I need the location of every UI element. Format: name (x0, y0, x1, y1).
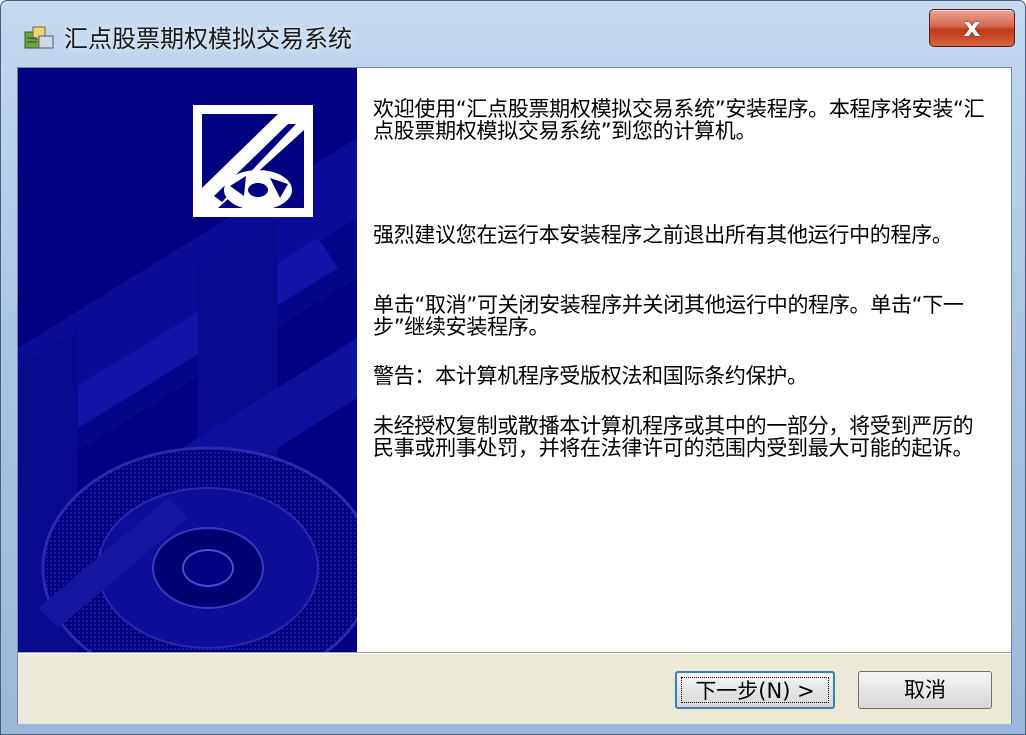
focus-ring (681, 677, 829, 703)
button-bar: 下一步(N) > 取消 (18, 652, 1011, 724)
title-bar[interactable]: 汇点股票期权模拟交易系统 x (1, 1, 1025, 67)
close-button[interactable]: x (929, 9, 1015, 47)
installer-sidebar-image (18, 68, 357, 652)
legal-notice: 未经授权复制或散播本计算机程序或其中的一部分，将受到严厉的民事或刑事处罚，并将在… (373, 414, 974, 460)
cancel-button[interactable]: 取消 (858, 671, 992, 709)
welcome-paragraph: 欢迎使用“汇点股票期权模拟交易系统”安装程序。本程序将安装“汇点股票期权模拟交易… (373, 97, 985, 143)
next-button[interactable]: 下一步(N) > (675, 671, 835, 709)
installer-window: 汇点股票期权模拟交易系统 x 欢迎使用“汇点股票期权模拟交易系统”安装程序。本程… (0, 0, 1026, 735)
instructions-paragraph: 单击“取消”可关闭安装程序并关闭其他运行中的程序。单击“下一步”继续安装程序。 (373, 293, 964, 339)
installer-cd-artwork (18, 68, 357, 652)
close-icon: x (963, 13, 981, 43)
welcome-content: 欢迎使用“汇点股票期权模拟交易系统”安装程序。本程序将安装“汇点股票期权模拟交易… (357, 68, 1011, 652)
cancel-button-label: 取消 (904, 678, 946, 702)
window-title: 汇点股票期权模拟交易系统 (64, 25, 352, 53)
close-programs-advice: 强烈建议您在运行本安装程序之前退出所有其他运行中的程序。 (373, 223, 953, 247)
dialog-client-area: 欢迎使用“汇点股票期权模拟交易系统”安装程序。本程序将安装“汇点股票期权模拟交易… (17, 67, 1012, 724)
installer-icon (24, 26, 54, 49)
copyright-warning: 警告：本计算机程序受版权法和国际条约保护。 (373, 364, 808, 388)
